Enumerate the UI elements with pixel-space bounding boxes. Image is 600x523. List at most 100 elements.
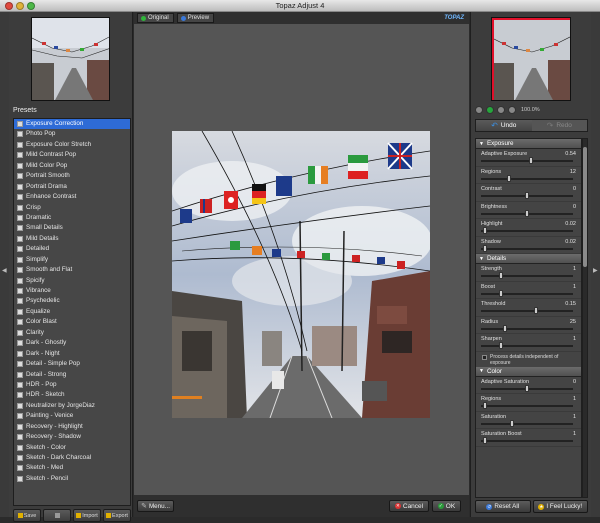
slider-track[interactable] [481, 440, 573, 442]
slider-knob[interactable] [525, 384, 529, 392]
slider-track[interactable] [481, 345, 573, 347]
preset-item[interactable]: Exposure Correction [14, 119, 130, 130]
adjustment-scrollbar[interactable] [582, 138, 588, 498]
preset-item[interactable]: Exposure Color Stretch [14, 140, 130, 150]
slider-knob[interactable] [528, 157, 533, 164]
preview-photo[interactable] [172, 131, 430, 418]
slider-knob[interactable] [498, 272, 503, 279]
preset-item[interactable]: Dark - Night [14, 349, 130, 359]
preset-item[interactable]: Sketch - Pencil [14, 474, 130, 484]
preset-item[interactable]: Neutralizer by JorgeDiaz [14, 401, 130, 411]
slider-track[interactable] [481, 160, 573, 162]
zoom-out-icon[interactable] [475, 106, 483, 114]
preset-item[interactable]: Enhance Contrast [14, 192, 130, 202]
preset-item[interactable]: Smooth and Flat [14, 265, 130, 275]
zoom-in-icon[interactable] [508, 106, 516, 114]
preset-item[interactable]: Vibrance [14, 286, 130, 296]
clover-icon: ★ [538, 503, 545, 510]
reset-all-button[interactable]: ↺ Reset All [475, 500, 531, 513]
preset-item[interactable]: Equalize [14, 307, 130, 317]
preset-item[interactable]: Clarity [14, 328, 130, 338]
slider-track[interactable] [481, 292, 573, 295]
cancel-button[interactable]: ✕ Cancel [389, 500, 429, 512]
slider-knob[interactable] [498, 289, 503, 297]
preset-item[interactable]: Simplify [14, 255, 130, 265]
export-preset-button[interactable]: Export [103, 509, 131, 522]
slider-track[interactable] [481, 327, 573, 330]
preset-item[interactable]: Recovery - Highlight [14, 422, 130, 432]
preset-item[interactable]: HDR - Pop [14, 380, 130, 390]
independent-details-checkbox[interactable] [482, 354, 487, 360]
slider-knob[interactable] [482, 244, 487, 252]
preset-item[interactable]: Mild Details [14, 234, 130, 244]
preset-item[interactable]: Photo Pop [14, 129, 130, 139]
slider-knob[interactable] [533, 307, 538, 314]
preset-item[interactable]: Color Blast [14, 317, 130, 327]
slider-label: Shadow [481, 238, 501, 245]
navigator-viewport[interactable] [492, 18, 570, 100]
slider-track[interactable] [481, 177, 573, 180]
section-header-details[interactable]: ▼ Details [476, 254, 581, 264]
slider-knob[interactable] [482, 437, 487, 444]
slider-track[interactable] [481, 310, 573, 312]
preset-item[interactable]: Spicify [14, 276, 130, 286]
slider-knob[interactable] [482, 402, 487, 409]
preset-item[interactable]: Sketch - Med [14, 463, 130, 473]
tab-preview[interactable]: Preview [176, 13, 215, 23]
preset-item[interactable]: Detail - Simple Pop [14, 359, 130, 369]
preset-item[interactable]: Mild Color Pop [14, 161, 130, 171]
slider-track[interactable] [481, 247, 573, 250]
preset-item[interactable]: Portrait Drama [14, 182, 130, 192]
preset-item[interactable]: Detailed [14, 244, 130, 254]
delete-preset-button[interactable] [43, 509, 71, 522]
slider-knob[interactable] [498, 342, 503, 349]
slider-knob[interactable] [482, 227, 487, 234]
preset-item[interactable]: Portrait Smooth [14, 171, 130, 181]
tab-original[interactable]: Original [137, 13, 174, 23]
slider-knob[interactable] [503, 324, 507, 332]
independent-details-checkbox-row[interactable]: Process details independent of exposure [476, 352, 581, 367]
slider-knob[interactable] [507, 174, 512, 182]
right-panel-toggle[interactable]: ▶ [591, 12, 600, 517]
left-panel-toggle[interactable]: ◀ [0, 12, 9, 517]
ok-button[interactable]: ✓ OK [432, 500, 461, 512]
section-header-exposure[interactable]: ▼ Exposure [476, 139, 581, 149]
disclosure-triangle-icon: ▼ [479, 255, 484, 262]
menu-button[interactable]: ✎ Menu... [137, 500, 174, 512]
slider-track[interactable] [481, 275, 573, 277]
slider-knob[interactable] [525, 209, 529, 217]
save-preset-button[interactable]: Save [13, 509, 41, 522]
image-canvas[interactable] [134, 24, 469, 507]
preset-list[interactable]: Exposure Correction Photo Pop Exposure Col… [13, 118, 131, 506]
slider-track[interactable] [481, 422, 573, 425]
scrollbar-thumb[interactable] [583, 147, 587, 267]
minimize-window-button[interactable] [16, 2, 24, 10]
preset-item[interactable]: Crisp [14, 203, 130, 213]
preset-item[interactable]: Dark - Ghostly [14, 338, 130, 348]
preset-item[interactable]: Detail - Strong [14, 370, 130, 380]
zoom-100-icon[interactable] [497, 106, 505, 114]
preset-item[interactable]: Psychedelic [14, 296, 130, 306]
preset-item[interactable]: Recovery - Shadow [14, 432, 130, 442]
section-header-color[interactable]: ▼ Color [476, 366, 581, 377]
preset-item[interactable]: Dramatic [14, 213, 130, 223]
undo-button[interactable]: ↶ Undo [476, 120, 532, 131]
preset-item[interactable]: Small Details [14, 223, 130, 233]
close-window-button[interactable] [5, 2, 13, 10]
i-feel-lucky-button[interactable]: ★ I Feel Lucky! [532, 500, 588, 513]
zoom-fit-icon[interactable] [486, 106, 494, 114]
zoom-window-button[interactable] [27, 2, 35, 10]
navigator-thumbnail[interactable] [491, 17, 571, 101]
import-preset-button[interactable]: Import [73, 509, 101, 522]
slider-track[interactable] [481, 230, 573, 232]
slider-knob[interactable] [510, 419, 515, 427]
preset-item[interactable]: Painting - Venice [14, 411, 130, 421]
slider-track[interactable] [481, 405, 573, 407]
preset-item[interactable]: HDR - Sketch [14, 390, 130, 400]
preset-item[interactable]: Sketch - Dark Charcoal [14, 453, 130, 463]
redo-button[interactable]: ↷ Redo [532, 120, 588, 131]
preset-item[interactable]: Mild Contrast Pop [14, 150, 130, 160]
preset-label: Dramatic [26, 213, 52, 221]
slider-knob[interactable] [525, 192, 529, 199]
preset-item[interactable]: Sketch - Color [14, 443, 130, 453]
